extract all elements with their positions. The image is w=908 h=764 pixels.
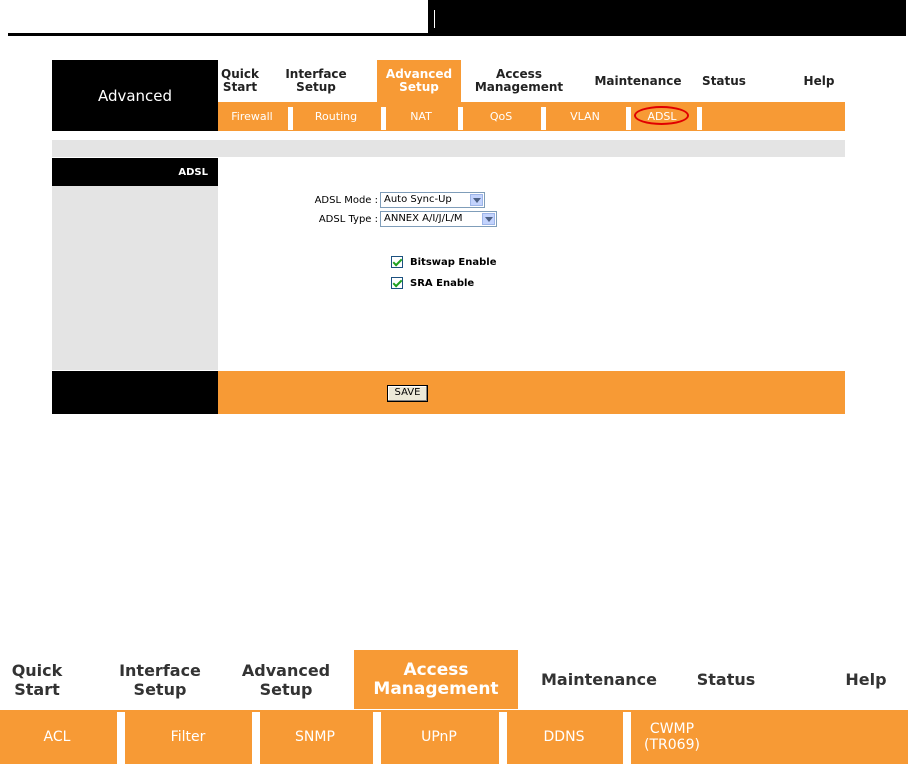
nav-label: Advanced Setup bbox=[241, 660, 331, 699]
adsl-type-label: ADSL Type : bbox=[318, 214, 378, 225]
nav-quick-start[interactable]: Quick Start bbox=[218, 60, 262, 102]
section-title: ADSL bbox=[52, 158, 218, 186]
nav-label: Help bbox=[803, 73, 835, 88]
nav-label: Interface Setup bbox=[119, 660, 201, 699]
subnav2-separator bbox=[499, 712, 507, 764]
nav-label: Maintenance bbox=[594, 73, 682, 88]
header-divider bbox=[434, 10, 435, 28]
footer-bar bbox=[218, 371, 845, 414]
header-rule bbox=[8, 33, 428, 36]
nav-maintenance[interactable]: Maintenance bbox=[588, 60, 688, 102]
nav-label: Status bbox=[702, 73, 746, 88]
nav-status[interactable]: Status bbox=[696, 60, 752, 102]
nav2-status[interactable]: Status bbox=[690, 650, 762, 709]
bitswap-checkbox[interactable] bbox=[391, 256, 403, 268]
adsl-mode-value: Auto Sync-Up bbox=[384, 194, 452, 205]
subnav-separator bbox=[697, 107, 702, 130]
nav-access-management[interactable]: Access Management bbox=[470, 60, 568, 102]
chevron-down-icon[interactable] bbox=[482, 213, 495, 225]
subnav-routing[interactable]: Routing bbox=[294, 102, 378, 131]
nav2-access-management[interactable]: Access Management bbox=[354, 650, 518, 709]
subnav-firewall[interactable]: Firewall bbox=[218, 102, 286, 131]
subnav2-upnp[interactable]: UPnP bbox=[381, 710, 497, 764]
subnav-qos[interactable]: QoS bbox=[464, 102, 538, 131]
nav-label: Access Management bbox=[474, 67, 564, 94]
nav-label: Quick Start bbox=[221, 67, 259, 94]
subnav-separator bbox=[288, 107, 293, 130]
save-button[interactable]: SAVE bbox=[387, 385, 428, 402]
brand-title: Advanced bbox=[52, 60, 218, 131]
subnav2-ddns[interactable]: DDNS bbox=[507, 710, 621, 764]
nav-label: Interface Setup bbox=[285, 67, 347, 94]
sra-checkbox[interactable] bbox=[391, 277, 403, 289]
chevron-down-icon[interactable] bbox=[470, 194, 483, 206]
subnav2-filter[interactable]: Filter bbox=[126, 710, 250, 764]
nav-label: Help bbox=[845, 670, 887, 689]
nav-label: Advanced Setup bbox=[385, 67, 453, 94]
subnav-nat[interactable]: NAT bbox=[386, 102, 456, 131]
nav-label: Maintenance bbox=[540, 670, 657, 689]
adsl-type-select[interactable]: ANNEX A/I/J/L/M bbox=[380, 211, 497, 227]
bitswap-label: Bitswap Enable bbox=[410, 257, 497, 268]
subnav2-snmp[interactable]: SNMP bbox=[260, 710, 370, 764]
nav-advanced-setup[interactable]: Advanced Setup bbox=[377, 60, 461, 102]
content-top-strip bbox=[52, 140, 845, 157]
subnav2-cwmp[interactable]: CWMP (TR069) bbox=[631, 710, 713, 764]
subnav2-separator bbox=[117, 712, 125, 764]
nav-label: Quick Start bbox=[11, 660, 63, 699]
nav2-interface-setup[interactable]: Interface Setup bbox=[112, 650, 208, 709]
subnav-separator bbox=[626, 107, 631, 130]
nav-interface-setup[interactable]: Interface Setup bbox=[285, 60, 347, 102]
subnav2-separator bbox=[252, 712, 260, 764]
nav2-advanced-setup[interactable]: Advanced Setup bbox=[236, 650, 336, 709]
subnav2-acl[interactable]: ACL bbox=[0, 710, 114, 764]
nav-help[interactable]: Help bbox=[798, 60, 840, 102]
sidebar-panel bbox=[52, 186, 218, 370]
subnav2-separator bbox=[623, 712, 631, 764]
subnav2-separator bbox=[373, 712, 381, 764]
nav2-maintenance[interactable]: Maintenance bbox=[530, 650, 668, 709]
nav2-help[interactable]: Help bbox=[836, 650, 896, 709]
adsl-mode-select[interactable]: Auto Sync-Up bbox=[380, 192, 485, 208]
nav-label: Access Management bbox=[373, 659, 499, 699]
header-black-bar bbox=[428, 0, 906, 36]
adsl-type-value: ANNEX A/I/J/L/M bbox=[384, 213, 463, 224]
subnav-separator bbox=[458, 107, 463, 130]
nav-label: Status bbox=[696, 670, 756, 689]
adsl-highlight-circle bbox=[634, 106, 689, 125]
nav2-quick-start[interactable]: Quick Start bbox=[6, 650, 68, 709]
subnav-separator bbox=[541, 107, 546, 130]
subnav-vlan[interactable]: VLAN bbox=[547, 102, 623, 131]
sra-label: SRA Enable bbox=[410, 278, 475, 289]
adsl-mode-label: ADSL Mode : bbox=[314, 195, 378, 206]
footer-left-block bbox=[52, 371, 218, 414]
